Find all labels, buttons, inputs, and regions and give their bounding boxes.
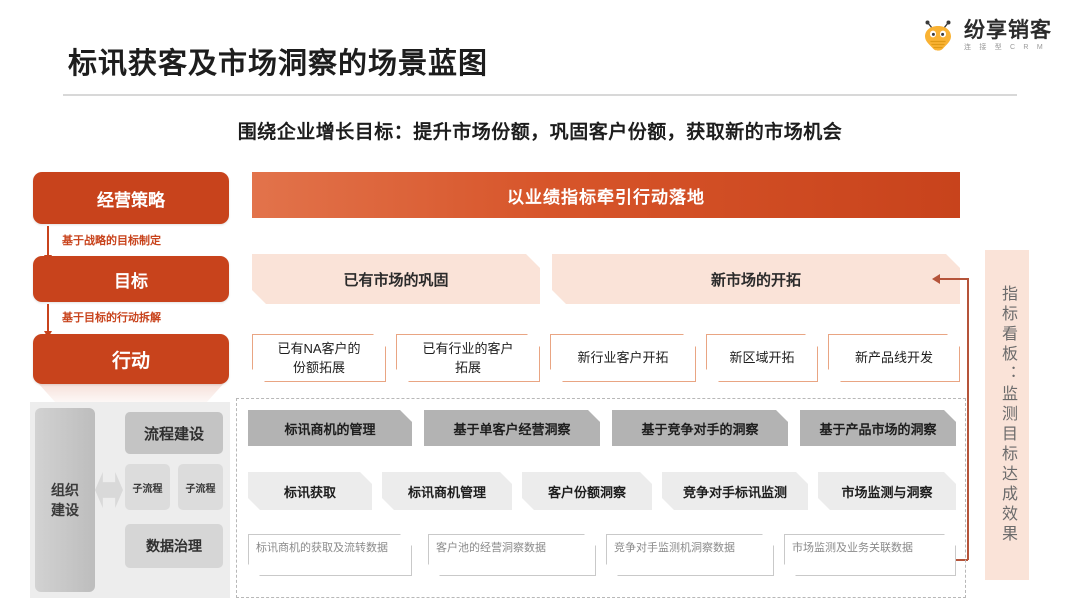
org-building-box[interactable]: 组织 建设: [35, 408, 95, 592]
connector-arrowhead: [932, 274, 940, 284]
scenario-box-3[interactable]: 基于竞争对手的洞察: [612, 410, 788, 446]
function-box-3[interactable]: 客户份额洞察: [522, 472, 652, 510]
kanban-panel: 指标看板：监测目标达成效果: [985, 250, 1029, 580]
data-box-3[interactable]: 竞争对手监测机洞察数据: [606, 534, 774, 576]
function-box-2[interactable]: 标讯商机管理: [382, 472, 512, 510]
function-box-1[interactable]: 标讯获取: [248, 472, 372, 510]
connector-vertical: [967, 278, 969, 560]
data-box-4[interactable]: 市场监测及业务关联数据: [784, 534, 956, 576]
strategy-box-business-strategy[interactable]: 经营策略: [33, 172, 229, 224]
action-item-industry-expand[interactable]: 已有行业的客户 拓展: [396, 334, 540, 382]
scenario-box-1[interactable]: 标讯商机的管理: [248, 410, 412, 446]
page-title: 标讯获客及市场洞察的场景蓝图: [68, 48, 489, 80]
data-governance-box[interactable]: 数据治理: [125, 524, 223, 568]
slide-canvas: 纷享销客 连 接 型 C R M 标讯获客及市场洞察的场景蓝图 围绕企业增长目标…: [0, 0, 1080, 614]
strategy-arrow-2: [44, 304, 52, 338]
action-item-new-region[interactable]: 新区域开拓: [706, 334, 818, 382]
function-box-4[interactable]: 竞争对手标讯监测: [662, 472, 808, 510]
market-box-existing[interactable]: 已有市场的巩固: [252, 254, 540, 304]
action-item-new-industry[interactable]: 新行业客户开拓: [550, 334, 696, 382]
function-box-5[interactable]: 市场监测与洞察: [818, 472, 956, 510]
page-subtitle: 围绕企业增长目标：提升市场份额，巩固客户份额，获取新的市场机会: [237, 122, 843, 143]
performance-banner: 以业绩指标牵引行动落地: [252, 172, 960, 218]
process-building-box[interactable]: 流程建设: [125, 412, 223, 454]
data-box-2[interactable]: 客户池的经营洞察数据: [428, 534, 596, 576]
strategy-arrow-1: [44, 226, 52, 262]
connector-top-horizontal: [940, 278, 968, 280]
subprocess-box-1[interactable]: 子流程: [125, 464, 170, 510]
strategy-box-action[interactable]: 行动: [33, 334, 229, 384]
subprocess-box-2[interactable]: 子流程: [178, 464, 223, 510]
strategy-box-goal[interactable]: 目标: [33, 256, 229, 302]
data-box-1[interactable]: 标讯商机的获取及流转数据: [248, 534, 412, 576]
scenario-box-4[interactable]: 基于产品市场的洞察: [800, 410, 956, 446]
logo-tagline: 连 接 型 C R M: [964, 43, 1046, 51]
bee-mascot-icon: [921, 18, 955, 52]
market-box-new[interactable]: 新市场的开拓: [552, 254, 960, 304]
title-divider: [63, 94, 1017, 96]
action-item-new-product[interactable]: 新产品线开发: [828, 334, 960, 382]
scenario-box-2[interactable]: 基于单客户经营洞察: [424, 410, 600, 446]
logo-brand-name: 纷享销客: [964, 18, 1052, 42]
strategy-arrow-label-2: 基于目标的行动拆解: [62, 312, 161, 324]
strategy-arrow-label-1: 基于战略的目标制定: [62, 235, 161, 247]
action-item-na-share[interactable]: 已有NA客户的 份额拓展: [252, 334, 386, 382]
brand-logo: 纷享销客 连 接 型 C R M: [921, 18, 1052, 52]
